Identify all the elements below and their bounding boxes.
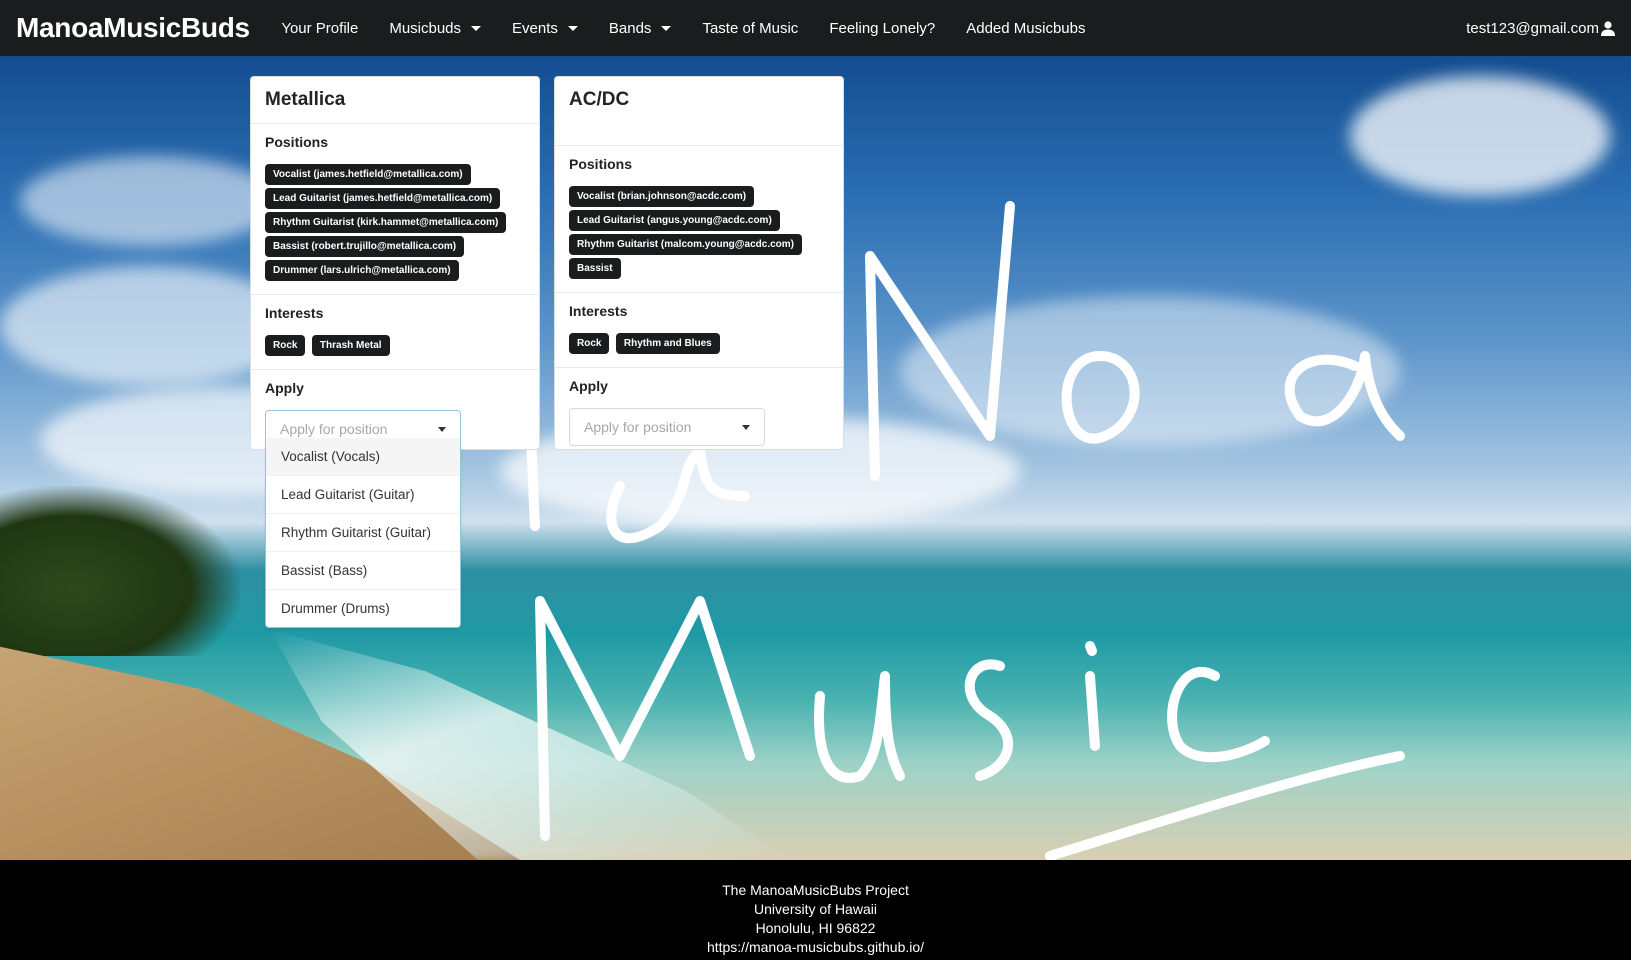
nav-bands-dropdown[interactable]: Bands: [593, 20, 687, 37]
positions-section: Positions Vocalist (brian.johnson@acdc.c…: [555, 146, 843, 293]
positions-section: Positions Vocalist (james.hetfield@metal…: [251, 124, 539, 295]
caret-down-icon: [438, 426, 446, 432]
apply-position-select[interactable]: Apply for position: [569, 408, 765, 446]
nav-your-profile[interactable]: Your Profile: [266, 20, 374, 37]
position-label: Drummer (lars.ulrich@metallica.com): [265, 260, 459, 281]
footer-university: University of Hawaii: [754, 901, 877, 917]
band-name: AC/DC: [555, 77, 843, 146]
apply-heading: Apply: [265, 380, 304, 396]
select-placeholder: Apply for position: [280, 421, 388, 437]
band-name: Metallica: [251, 77, 539, 124]
interests-section: Interests Rock Rhythm and Blues: [555, 293, 843, 368]
position-label: Vocalist (james.hetfield@metallica.com): [265, 164, 471, 185]
menu-option-drummer[interactable]: Drummer (Drums): [266, 589, 460, 627]
chevron-down-icon: [471, 25, 482, 31]
top-navbar: ManoaMusicBuds Your Profile Musicbuds Ev…: [0, 0, 1631, 56]
menu-option-lead-guitarist[interactable]: Lead Guitarist (Guitar): [266, 475, 460, 513]
position-label: Rhythm Guitarist (kirk.hammet@metallica.…: [265, 212, 507, 233]
interests-heading: Interests: [569, 303, 628, 319]
footer-project-name: The ManoaMusicBubs Project: [722, 882, 909, 898]
position-label: Bassist: [569, 258, 621, 279]
position-label: Lead Guitarist (james.hetfield@metallica…: [265, 188, 501, 209]
nav-label: Events: [512, 19, 558, 37]
nav-label: Bands: [608, 19, 652, 37]
interests-heading: Interests: [265, 305, 324, 321]
chevron-down-icon: [661, 25, 672, 31]
menu-option-vocalist[interactable]: Vocalist (Vocals): [266, 438, 460, 475]
page-footer: The ManoaMusicBubs Project University of…: [0, 860, 1631, 960]
interest-label: Rock: [569, 333, 610, 354]
user-email: test123@gmail.com: [1466, 19, 1599, 37]
position-label: Bassist (robert.trujillo@metallica.com): [265, 236, 465, 257]
nav-label: Your Profile: [281, 19, 359, 37]
nav-label: Feeling Lonely?: [829, 19, 936, 37]
user-account-menu[interactable]: test123@gmail.com: [1466, 20, 1615, 37]
interest-label: Rock: [265, 335, 306, 356]
nav-musicbuds-dropdown[interactable]: Musicbuds: [374, 20, 497, 37]
nav-feeling-lonely[interactable]: Feeling Lonely?: [814, 20, 951, 37]
nav-label: Musicbuds: [389, 19, 462, 37]
nav-label: Taste of Music: [702, 19, 799, 37]
band-card-acdc: AC/DC Positions Vocalist (brian.johnson@…: [554, 76, 844, 450]
positions-heading: Positions: [265, 134, 329, 150]
position-label: Vocalist (brian.johnson@acdc.com): [569, 186, 755, 207]
nav-events-dropdown[interactable]: Events: [497, 20, 594, 37]
brand-logo[interactable]: ManoaMusicBuds: [16, 12, 250, 44]
apply-heading: Apply: [569, 378, 608, 394]
select-placeholder: Apply for position: [584, 419, 692, 435]
nav-label: Added Musicbubs: [966, 19, 1086, 37]
positions-heading: Positions: [569, 156, 633, 172]
nav-added-musicbubs[interactable]: Added Musicbubs: [951, 20, 1101, 37]
nav-taste-of-music[interactable]: Taste of Music: [687, 20, 814, 37]
menu-option-bassist[interactable]: Bassist (Bass): [266, 551, 460, 589]
interest-label: Rhythm and Blues: [615, 333, 720, 354]
apply-section: Apply Apply for position: [555, 368, 843, 456]
footer-address: Honolulu, HI 96822: [755, 920, 876, 936]
position-label: Lead Guitarist (angus.young@acdc.com): [569, 210, 780, 231]
interests-section: Interests Rock Thrash Metal: [251, 295, 539, 370]
apply-position-menu: Vocalist (Vocals) Lead Guitarist (Guitar…: [265, 438, 461, 628]
caret-down-icon: [742, 424, 750, 430]
interest-label: Thrash Metal: [311, 335, 390, 356]
band-card-metallica: Metallica Positions Vocalist (james.hetf…: [250, 76, 540, 450]
menu-option-rhythm-guitarist[interactable]: Rhythm Guitarist (Guitar): [266, 513, 460, 551]
footer-link[interactable]: https://manoa-musicbubs.github.io/: [0, 938, 1631, 957]
chevron-down-icon: [567, 25, 578, 31]
position-label: Rhythm Guitarist (malcom.young@acdc.com): [569, 234, 803, 255]
user-icon: [1601, 20, 1615, 36]
